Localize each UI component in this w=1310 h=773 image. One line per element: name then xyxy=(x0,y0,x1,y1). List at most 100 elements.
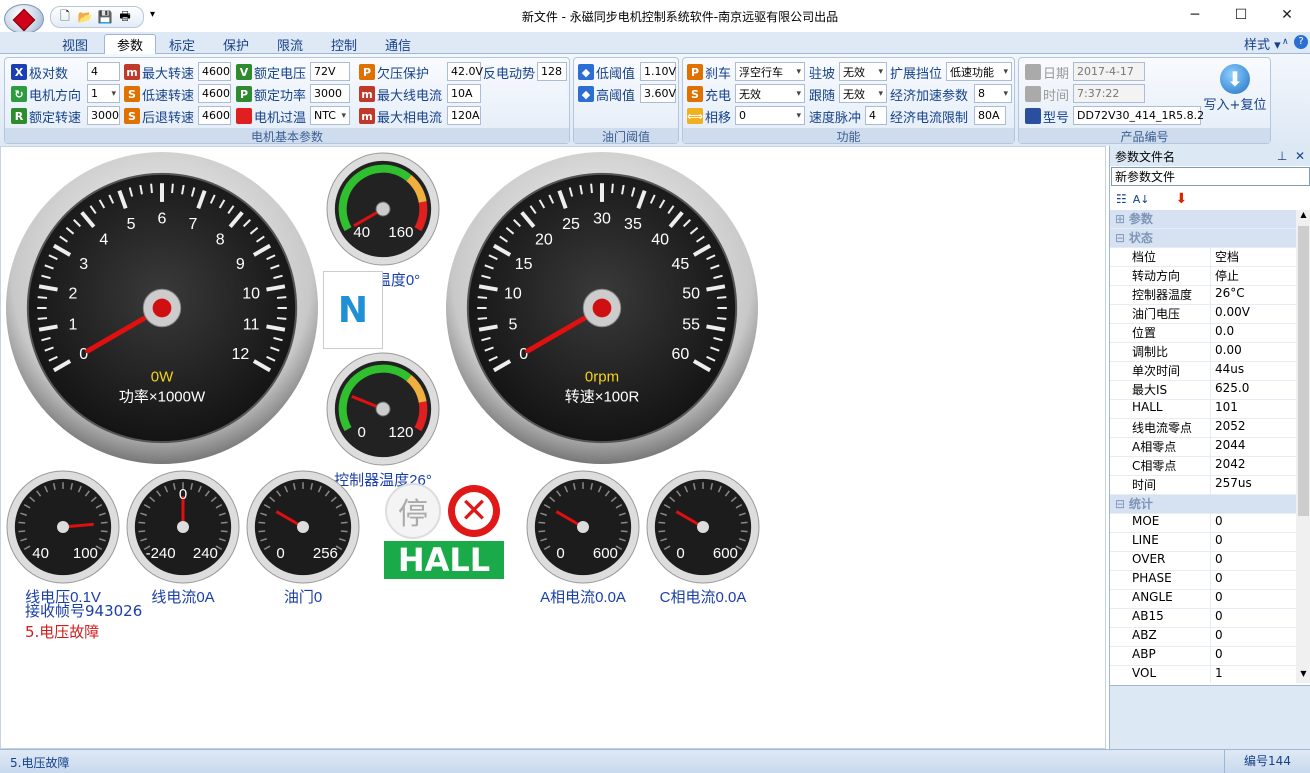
categorized-icon[interactable]: ☷ xyxy=(1116,192,1127,206)
tab-parameters[interactable]: 参数 xyxy=(104,34,157,54)
motor_temp-hub xyxy=(375,201,391,217)
property-key: 位置 xyxy=(1110,324,1211,342)
property-row[interactable]: 转动方向 停止 xyxy=(1110,267,1296,286)
fn-c1r2-field[interactable]: 0 xyxy=(735,106,805,125)
motor-c4r1-field[interactable]: 10A xyxy=(447,84,481,103)
minimize-button[interactable]: ─ xyxy=(1172,0,1218,30)
new-file-icon[interactable]: 🗋 xyxy=(57,9,73,25)
fn-c1r0-field[interactable]: 浮空行车 xyxy=(735,62,805,81)
red-arrow-icon[interactable]: ⬇ xyxy=(1176,191,1188,207)
write-reset-button[interactable]: ⬇ 写入+复位 xyxy=(1202,62,1268,124)
property-row[interactable]: AB15 0 xyxy=(1110,609,1296,628)
print-icon[interactable]: 🖶 xyxy=(117,9,133,25)
scroll-thumb[interactable] xyxy=(1298,226,1309,516)
style-menu[interactable]: 样式 ▾ xyxy=(1244,34,1281,53)
property-category[interactable]: 参数 xyxy=(1110,210,1296,229)
property-row[interactable]: OVER 0 xyxy=(1110,552,1296,571)
motor-r1c1-field[interactable]: 4600 xyxy=(198,84,231,103)
property-key: 油门电压 xyxy=(1110,305,1211,323)
fn-c2r1-field[interactable]: 无效 xyxy=(839,84,887,103)
scroll-down-icon[interactable]: ▼ xyxy=(1296,669,1310,683)
motor-r1c0-field[interactable]: 1 xyxy=(87,84,120,103)
property-row[interactable]: 时间 257us xyxy=(1110,476,1296,495)
fn-c2r2-field[interactable]: 4 xyxy=(865,106,887,125)
power-tick-label: 7 xyxy=(188,216,197,233)
file-name-field[interactable]: 新参数文件 xyxy=(1111,167,1310,186)
tab-protection[interactable]: 保护 xyxy=(211,34,261,54)
property-category[interactable]: 统计 xyxy=(1110,495,1296,514)
fn-c3r0-field[interactable]: 低速功能 xyxy=(946,62,1012,81)
motor-r1c2-label-row: P 额定功率 xyxy=(236,84,310,104)
property-row[interactable]: 油门电压 0.00V xyxy=(1110,305,1296,324)
status-bar: 5.电压故障 编号144 xyxy=(0,749,1310,773)
property-row[interactable]: 单次时间 44us xyxy=(1110,362,1296,381)
property-row[interactable]: 控制器温度 26°C xyxy=(1110,286,1296,305)
throttle-label-row: ◆ 高阈值 xyxy=(578,84,640,104)
property-row[interactable]: 档位 空档 xyxy=(1110,248,1296,267)
customize-toolbar-button[interactable]: ▾ xyxy=(150,9,155,20)
property-row[interactable]: ANGLE 0 xyxy=(1110,590,1296,609)
property-row[interactable]: 位置 0.0 xyxy=(1110,324,1296,343)
throttle-field[interactable]: 1.10V xyxy=(640,62,676,81)
close-button[interactable]: ✕ xyxy=(1264,0,1310,30)
property-value: 0 xyxy=(1215,514,1223,528)
tab-communication[interactable]: 通信 xyxy=(373,34,423,54)
property-row[interactable]: HALL 101 xyxy=(1110,400,1296,419)
property-row[interactable]: VOL 1 xyxy=(1110,666,1296,683)
property-row[interactable]: 线电流零点 2052 xyxy=(1110,419,1296,438)
product-r2-icon xyxy=(1025,108,1041,124)
open-folder-icon[interactable]: 📂 xyxy=(77,9,93,25)
property-key: A相零点 xyxy=(1110,438,1211,456)
property-row[interactable]: A相零点 2044 xyxy=(1110,438,1296,457)
pin-icon[interactable]: ⊥ xyxy=(1277,149,1287,163)
tab-view[interactable]: 视图 xyxy=(50,34,100,54)
sort-alpha-icon[interactable]: A↓ xyxy=(1133,193,1150,206)
property-row[interactable]: 最大IS 625.0 xyxy=(1110,381,1296,400)
back-emf-field[interactable]: 128 xyxy=(537,62,567,81)
product-r2-field[interactable]: DD72V30_414_1R5.8.2 xyxy=(1073,106,1204,125)
motor-r2c1-field[interactable]: 4600 xyxy=(198,106,231,125)
motor-r0c0-field[interactable]: 4 xyxy=(87,62,120,81)
small-gauge-tick xyxy=(100,521,108,524)
motor-r1c2-field[interactable]: 3000 xyxy=(310,84,350,103)
throttle-label: 高阈值 xyxy=(596,88,636,104)
property-scrollbar[interactable]: ▲ ▼ xyxy=(1296,210,1310,683)
fn-c1r1-field[interactable]: 无效 xyxy=(735,84,805,103)
parameter-file-panel: 参数文件名 ⊥ ✕ 新参数文件 ☷ A↓ ⬇ 参数状态档位空档转动方向停止控制器… xyxy=(1109,146,1310,749)
property-category[interactable]: 状态 xyxy=(1110,229,1296,248)
property-row[interactable]: C相零点 2042 xyxy=(1110,457,1296,476)
fn-c3r1-field[interactable]: 8 xyxy=(974,84,1012,103)
motor-r0c2-field[interactable]: 72V xyxy=(310,62,350,81)
help-icon[interactable]: ? xyxy=(1294,35,1308,49)
property-key: 控制器温度 xyxy=(1110,286,1211,304)
motor-r0c1-field[interactable]: 4600 xyxy=(198,62,231,81)
style-menu-label: 样式 xyxy=(1244,38,1271,53)
motor-r2c2-field[interactable]: NTC xyxy=(310,106,350,125)
minimize-ribbon-icon[interactable]: ∧ xyxy=(1282,37,1289,47)
fn-c2r0-field[interactable]: 无效 xyxy=(839,62,887,81)
fn-c3r2-field[interactable]: 80A xyxy=(974,106,1006,125)
motor-c4r2-field[interactable]: 120A xyxy=(447,106,481,125)
property-row[interactable]: LINE 0 xyxy=(1110,533,1296,552)
tab-control[interactable]: 控制 xyxy=(319,34,369,54)
property-row[interactable]: MOE 0 xyxy=(1110,514,1296,533)
tab-current-limit[interactable]: 限流 xyxy=(265,34,315,54)
application-menu-button[interactable] xyxy=(4,4,44,34)
property-row[interactable]: ABZ 0 xyxy=(1110,628,1296,647)
motor-r2c0-field[interactable]: 3000 xyxy=(87,106,120,125)
power-tick-label: 11 xyxy=(243,317,260,334)
motor-r0c1-icon: m xyxy=(124,64,140,80)
property-value: 1 xyxy=(1215,666,1223,680)
tab-calibration[interactable]: 标定 xyxy=(157,34,207,54)
throttle-field[interactable]: 3.60V xyxy=(640,84,676,103)
save-icon[interactable]: 💾 xyxy=(97,9,113,25)
scroll-up-icon[interactable]: ▲ xyxy=(1296,210,1310,224)
property-row[interactable]: PHASE 0 xyxy=(1110,571,1296,590)
maximize-button[interactable]: ☐ xyxy=(1218,0,1264,30)
motor-c4r0-field[interactable]: 42.0V xyxy=(447,62,483,81)
property-value: 101 xyxy=(1215,400,1238,414)
property-row[interactable]: ABP 0 xyxy=(1110,647,1296,666)
power-tick xyxy=(37,317,48,320)
close-panel-icon[interactable]: ✕ xyxy=(1295,149,1305,163)
property-row[interactable]: 调制比 0.00 xyxy=(1110,343,1296,362)
